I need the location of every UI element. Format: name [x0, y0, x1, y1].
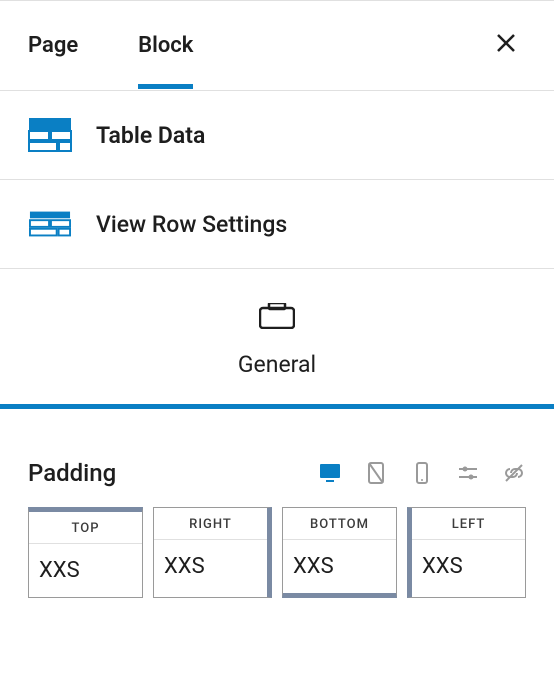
section-label: View Row Settings [96, 211, 287, 238]
padding-value: XXS [412, 540, 525, 593]
tablet-icon[interactable] [364, 461, 388, 485]
padding-value: XXS [283, 540, 396, 593]
padding-top-field[interactable]: TOP XXS [28, 507, 143, 598]
section-view-row-settings[interactable]: View Row Settings [0, 180, 554, 269]
section-label: Table Data [96, 122, 205, 149]
tab-block[interactable]: Block [138, 3, 193, 89]
padding-left-field[interactable]: LEFT XXS [407, 507, 526, 598]
table-icon [28, 117, 72, 153]
general-label: General [238, 351, 316, 378]
row-icon [28, 206, 72, 242]
sliders-icon[interactable] [456, 461, 480, 485]
padding-side-label: TOP [29, 512, 142, 544]
padding-side-label: LEFT [412, 508, 525, 540]
close-button[interactable] [486, 23, 526, 68]
padding-right-field[interactable]: RIGHT XXS [153, 507, 272, 598]
sidebar-tabs: Page Block [0, 1, 554, 91]
link-icon[interactable] [502, 461, 526, 485]
box-icon [259, 303, 295, 333]
padding-value: XXS [154, 540, 267, 593]
tab-general[interactable]: General [0, 269, 554, 409]
section-table-data[interactable]: Table Data [0, 91, 554, 180]
desktop-icon[interactable] [318, 461, 342, 485]
mobile-icon[interactable] [410, 461, 434, 485]
padding-side-label: BOTTOM [283, 508, 396, 540]
device-icons [318, 461, 526, 485]
tab-page[interactable]: Page [28, 3, 78, 88]
close-icon [494, 31, 518, 55]
padding-grid: TOP XXS RIGHT XXS BOTTOM XXS LEFT XXS [0, 507, 554, 626]
padding-header: Padding [0, 409, 554, 507]
padding-side-label: RIGHT [154, 508, 267, 540]
padding-bottom-field[interactable]: BOTTOM XXS [282, 507, 397, 598]
padding-value: XXS [29, 544, 142, 597]
padding-title: Padding [28, 459, 116, 487]
